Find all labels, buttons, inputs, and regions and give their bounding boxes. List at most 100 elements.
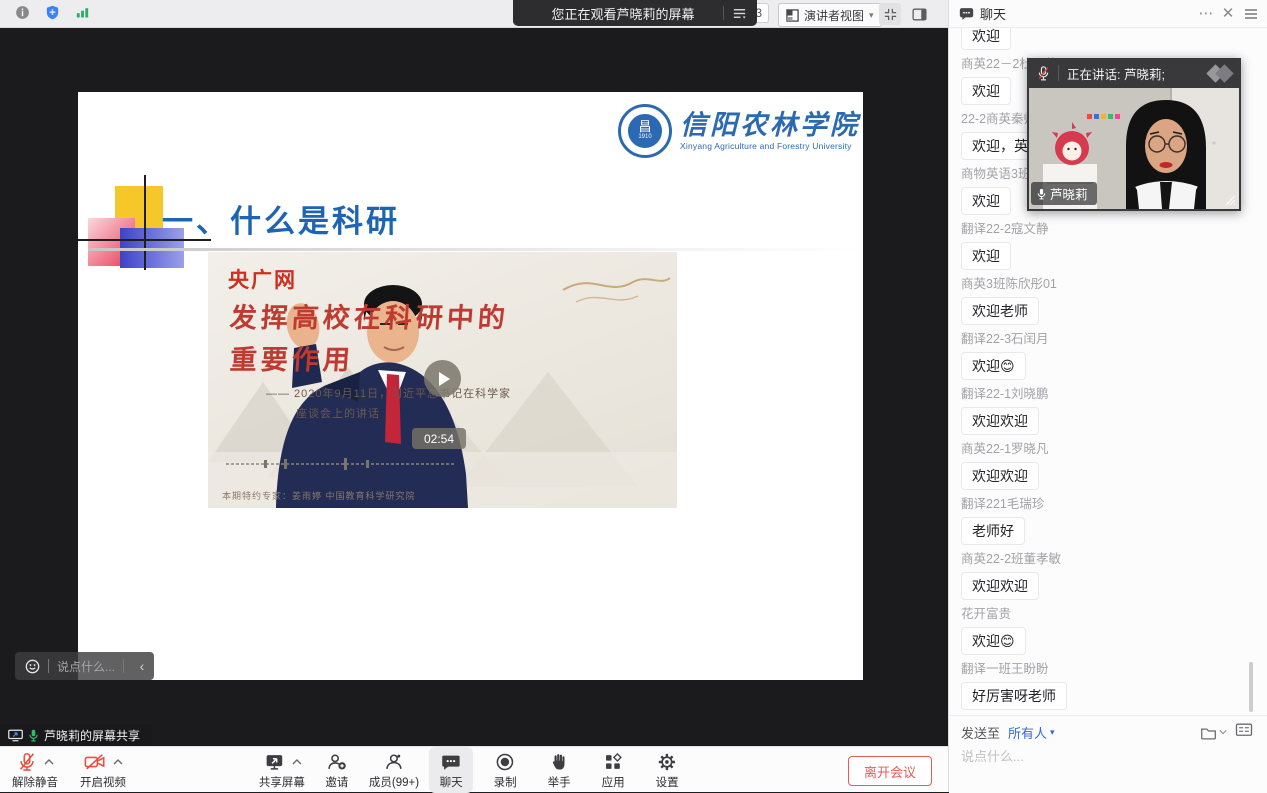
watching-screen-toast: 您正在观看芦晓莉的屏幕 xyxy=(513,0,757,26)
chat-message-input[interactable] xyxy=(959,748,1253,765)
video-timestamp: 02:54 xyxy=(412,428,466,449)
speaker-video-thumbnail[interactable]: 正在讲话: 芦晓莉; xyxy=(1027,58,1241,211)
leave-meeting-button[interactable]: 离开会议 xyxy=(848,756,932,786)
raise-hand-icon xyxy=(548,751,570,773)
main-area: 3 您正在观看芦晓莉的屏幕 演讲者视图 ▾ xyxy=(0,0,948,792)
screen-share-icon xyxy=(8,729,23,742)
file-attach-button[interactable] xyxy=(1200,725,1227,740)
video-caption-1: —— 2020年9月11日，习近平总书记在科学家 xyxy=(266,385,511,401)
emoji-smiley-icon[interactable] xyxy=(25,659,40,674)
meeting-brand-icon xyxy=(1209,67,1231,80)
chat-footer: 发送至 所有人 ▾ xyxy=(949,715,1267,793)
resize-handle-icon[interactable] xyxy=(1222,192,1236,206)
speaker-video-header: 正在讲话: 芦晓莉; xyxy=(1027,58,1241,88)
layout-icon xyxy=(786,9,799,22)
video-footnote: 本期特约专家：姜雨婷 中国教育科学研究院 xyxy=(222,489,416,502)
video-headline-1: 发挥高校在科研中的 xyxy=(229,296,511,335)
chevron-up-icon[interactable] xyxy=(113,759,123,765)
meeting-toolbar: 解除静音 开启视频 共享屏幕 xyxy=(0,746,948,792)
news-video-card: 央广网 发挥高校在科研中的 重要作用 —— 2020年9月11日，习近平总书记在… xyxy=(208,252,677,508)
chat-title: 聊天 xyxy=(980,4,1195,23)
shared-screen-stage: 昌 1910 信阳农林学院 Xinyang Agriculture and Fo… xyxy=(0,28,948,746)
chat-message: 翻译一班王盼盼 好厉害呀老师 xyxy=(961,662,1255,715)
chat-more-button[interactable]: ⋯ xyxy=(1195,1,1217,27)
screen-share-status-text: 芦晓莉的屏幕共享 xyxy=(44,727,140,744)
chat-message: 翻译22-1刘晓鹏 欢迎欢迎 xyxy=(961,387,1255,442)
university-name-cn: 信阳农林学院 xyxy=(680,111,860,141)
slide-title-underline xyxy=(88,248,860,251)
invite-person-icon xyxy=(326,751,348,773)
chat-close-button[interactable]: ✕ xyxy=(1217,1,1239,27)
video-headline-2: 重要作用 xyxy=(229,338,356,377)
send-to-label: 发送至 xyxy=(961,723,1000,742)
send-to-selector[interactable]: 所有人 xyxy=(1008,723,1047,742)
presentation-slide: 昌 1910 信阳农林学院 Xinyang Agriculture and Fo… xyxy=(78,92,863,680)
chat-message: 花开富贵 欢迎😊 xyxy=(961,607,1255,662)
video-caption-2: 座谈会上的讲话 xyxy=(296,405,380,421)
chat-message: 翻译221毛瑞珍 老师好 xyxy=(961,497,1255,552)
start-video-button[interactable]: 开启视频 xyxy=(80,747,126,793)
meeting-window: 3 您正在观看芦晓莉的屏幕 演讲者视图 ▾ xyxy=(0,0,1267,792)
chat-panel-icon xyxy=(959,7,974,21)
chat-message: 翻译22-2寇文静 欢迎 xyxy=(961,222,1255,277)
chat-button[interactable]: 聊天 xyxy=(429,747,473,793)
view-mode-label: 演讲者视图 xyxy=(804,7,864,24)
mic-muted-icon xyxy=(1037,66,1050,81)
share-detail-list-icon[interactable] xyxy=(732,6,747,21)
apps-grid-icon xyxy=(602,751,624,773)
chat-message: 商英3班陈欣彤01 欢迎老师 xyxy=(961,277,1255,332)
chat-bubble-icon xyxy=(440,751,462,773)
meeting-info-icon[interactable] xyxy=(14,4,31,21)
speaker-name: 芦晓莉 xyxy=(1050,184,1088,203)
gear-icon xyxy=(656,751,678,773)
security-shield-icon[interactable] xyxy=(44,4,61,21)
view-mode-dropdown[interactable]: 演讲者视图 ▾ xyxy=(778,3,882,27)
members-icon xyxy=(383,751,405,773)
share-screen-button[interactable]: 共享屏幕 xyxy=(259,747,305,793)
play-icon xyxy=(439,372,450,386)
cnr-brand-logo: 央广网 xyxy=(228,264,297,294)
wall-banner xyxy=(1087,114,1120,119)
speaker-person xyxy=(1126,100,1206,209)
chat-scrollbar[interactable] xyxy=(1249,662,1253,712)
chat-message: 商英22-2班董孝敏 欢迎欢迎 xyxy=(961,552,1255,607)
announcement-button[interactable] xyxy=(1235,722,1253,742)
camera-off-icon xyxy=(83,751,107,773)
chat-panel: 聊天 ⋯ ✕ 欢迎 商英22－2杜硕萌 欢迎 22-2商英秦帅 欢迎，英语大神 … xyxy=(948,0,1267,792)
record-icon xyxy=(494,751,516,773)
quick-chat-placeholder[interactable]: 说点什么... xyxy=(57,658,115,675)
quick-chat-bar[interactable]: 说点什么... ‹ xyxy=(15,652,154,680)
play-button xyxy=(424,360,461,397)
speaking-now-label: 正在讲话: 芦晓莉; xyxy=(1067,64,1209,83)
share-screen-icon xyxy=(262,751,285,773)
chat-message: 翻译22-3石闰月 欢迎😊 xyxy=(961,332,1255,387)
exit-fullscreen-button[interactable] xyxy=(879,3,901,25)
chevron-up-icon[interactable] xyxy=(44,759,54,765)
university-logo: 昌 1910 信阳农林学院 Xinyang Agriculture and Fo… xyxy=(618,104,860,158)
top-bar: 3 您正在观看芦晓莉的屏幕 演讲者视图 ▾ xyxy=(0,0,948,28)
speaker-video-feed: 芦晓莉 xyxy=(1029,88,1239,209)
settings-button[interactable]: 设置 xyxy=(645,747,689,793)
active-mic-icon xyxy=(28,729,39,742)
view-mode-caret: ▾ xyxy=(869,10,874,21)
watching-screen-toast-text: 您正在观看芦晓莉的屏幕 xyxy=(513,4,719,23)
toggle-sidebar-button[interactable] xyxy=(908,3,930,25)
panel-drag-handle-icon[interactable] xyxy=(1245,9,1257,19)
raise-hand-button[interactable]: 举手 xyxy=(537,747,581,793)
speaker-name-tag: 芦晓莉 xyxy=(1031,182,1097,205)
chevron-down-icon[interactable] xyxy=(1219,729,1227,735)
screen-share-status: 芦晓莉的屏幕共享 xyxy=(0,724,152,746)
collapse-arrow-icon[interactable]: ‹ xyxy=(132,658,152,674)
apps-button[interactable]: 应用 xyxy=(591,747,635,793)
send-to-caret-icon[interactable]: ▾ xyxy=(1050,727,1055,738)
invite-button[interactable]: 邀请 xyxy=(315,747,359,793)
members-button[interactable]: 成员(99+) xyxy=(369,747,419,793)
chevron-up-icon[interactable] xyxy=(291,759,301,765)
decor-vertical-line xyxy=(144,175,146,270)
record-button[interactable]: 录制 xyxy=(483,747,527,793)
chat-header: 聊天 ⋯ ✕ xyxy=(949,0,1267,28)
mic-muted-icon xyxy=(16,751,38,773)
network-signal-icon[interactable] xyxy=(74,4,91,21)
unmute-button[interactable]: 解除静音 xyxy=(12,747,58,793)
university-name-en: Xinyang Agriculture and Forestry Univers… xyxy=(680,141,860,151)
